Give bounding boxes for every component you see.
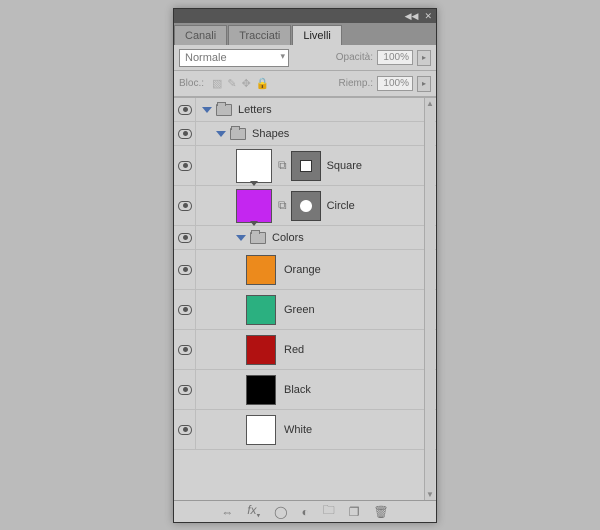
- layer-mask-icon[interactable]: ◯: [274, 505, 287, 519]
- opacity-label: Opacità:: [336, 52, 373, 63]
- group-row-colors[interactable]: Colors: [174, 226, 436, 250]
- lock-all-icon[interactable]: 🔒: [256, 77, 270, 90]
- tab-channels[interactable]: Canali: [174, 25, 227, 45]
- group-row-letters[interactable]: Letters: [174, 98, 436, 122]
- visibility-toggle[interactable]: [178, 305, 192, 315]
- visibility-toggle[interactable]: [178, 201, 192, 211]
- tab-paths[interactable]: Tracciati: [228, 25, 291, 45]
- layer-name: Green: [284, 304, 315, 316]
- layer-thumbnail[interactable]: [246, 415, 276, 445]
- layer-thumbnail[interactable]: [246, 255, 276, 285]
- layer-row-color[interactable]: White: [174, 410, 436, 450]
- layer-row-square[interactable]: ⧉ Square: [174, 146, 436, 186]
- lock-pixels-icon[interactable]: ✎: [227, 77, 236, 90]
- tab-layers[interactable]: Livelli: [292, 25, 342, 45]
- panel-titlebar: ◀◀ ✕: [174, 9, 436, 23]
- new-group-icon[interactable]: 🗀: [323, 501, 335, 522]
- group-row-shapes[interactable]: Shapes: [174, 122, 436, 146]
- layer-style-icon[interactable]: fx▾: [247, 503, 260, 519]
- visibility-toggle[interactable]: [178, 345, 192, 355]
- fill-flyout-button[interactable]: ▸: [417, 76, 431, 92]
- layers-panel: ◀◀ ✕ Canali Tracciati Livelli Normale Op…: [173, 8, 437, 523]
- options-row-2: Bloc.: ▧ ✎ ✥ 🔒 Riemp.: 100% ▸: [174, 71, 436, 97]
- layer-name: Square: [327, 160, 362, 172]
- options-row-1: Normale Opacità: 100% ▸: [174, 45, 436, 71]
- layer-thumbnail[interactable]: [246, 335, 276, 365]
- lock-icons: ▧ ✎ ✥ 🔒: [212, 77, 270, 90]
- layer-row-color[interactable]: Red: [174, 330, 436, 370]
- mask-link-icon[interactable]: ⧉: [278, 198, 287, 213]
- lock-label: Bloc.:: [179, 78, 204, 89]
- fill-input[interactable]: 100%: [377, 76, 413, 91]
- layer-thumbnail[interactable]: [236, 149, 272, 183]
- visibility-toggle[interactable]: [178, 385, 192, 395]
- disclosure-icon[interactable]: [236, 235, 246, 241]
- visibility-toggle[interactable]: [178, 265, 192, 275]
- visibility-toggle[interactable]: [178, 105, 192, 115]
- panel-footer: ⇔ fx▾ ◯ ◐ 🗀 ❐ 🗑: [174, 500, 436, 522]
- layer-mask-thumbnail[interactable]: [291, 191, 321, 221]
- layer-list: Letters Shapes ⧉ Square ⧉ Circle: [174, 97, 436, 500]
- new-layer-icon[interactable]: ❐: [349, 505, 360, 519]
- panel-tabs: Canali Tracciati Livelli: [174, 23, 436, 45]
- layer-name: Orange: [284, 264, 321, 276]
- adjustment-layer-icon[interactable]: ◐: [302, 505, 309, 519]
- visibility-toggle[interactable]: [178, 161, 192, 171]
- layer-mask-thumbnail[interactable]: [291, 151, 321, 181]
- folder-icon: [230, 128, 246, 140]
- layer-row-circle[interactable]: ⧉ Circle: [174, 186, 436, 226]
- layer-thumbnail[interactable]: [236, 189, 272, 223]
- layer-name: White: [284, 424, 312, 436]
- group-name: Letters: [238, 104, 272, 116]
- layer-row-color[interactable]: Orange: [174, 250, 436, 290]
- disclosure-icon[interactable]: [202, 107, 212, 113]
- fill-label: Riemp.:: [339, 78, 373, 89]
- opacity-input[interactable]: 100%: [377, 50, 413, 65]
- lock-position-icon[interactable]: ✥: [242, 77, 251, 90]
- opacity-flyout-button[interactable]: ▸: [417, 50, 431, 66]
- layer-row-color[interactable]: Green: [174, 290, 436, 330]
- group-name: Colors: [272, 232, 304, 244]
- layer-name: Red: [284, 344, 304, 356]
- collapse-icon[interactable]: ◀◀: [405, 11, 419, 22]
- layer-name: Black: [284, 384, 311, 396]
- layer-thumbnail[interactable]: [246, 375, 276, 405]
- scrollbar[interactable]: [424, 98, 435, 500]
- folder-icon: [216, 104, 232, 116]
- visibility-toggle[interactable]: [178, 425, 192, 435]
- disclosure-icon[interactable]: [216, 131, 226, 137]
- mask-link-icon[interactable]: ⧉: [278, 158, 287, 173]
- visibility-toggle[interactable]: [178, 129, 192, 139]
- delete-layer-icon[interactable]: 🗑: [374, 505, 389, 519]
- layer-row-color[interactable]: Black: [174, 370, 436, 410]
- close-icon[interactable]: ✕: [424, 11, 432, 22]
- visibility-toggle[interactable]: [178, 233, 192, 243]
- layer-name: Circle: [327, 200, 355, 212]
- link-layers-icon[interactable]: ⇔: [221, 505, 233, 519]
- layer-thumbnail[interactable]: [246, 295, 276, 325]
- group-name: Shapes: [252, 128, 289, 140]
- blend-mode-select[interactable]: Normale: [179, 49, 289, 67]
- folder-icon: [250, 232, 266, 244]
- lock-transparency-icon[interactable]: ▧: [212, 77, 222, 90]
